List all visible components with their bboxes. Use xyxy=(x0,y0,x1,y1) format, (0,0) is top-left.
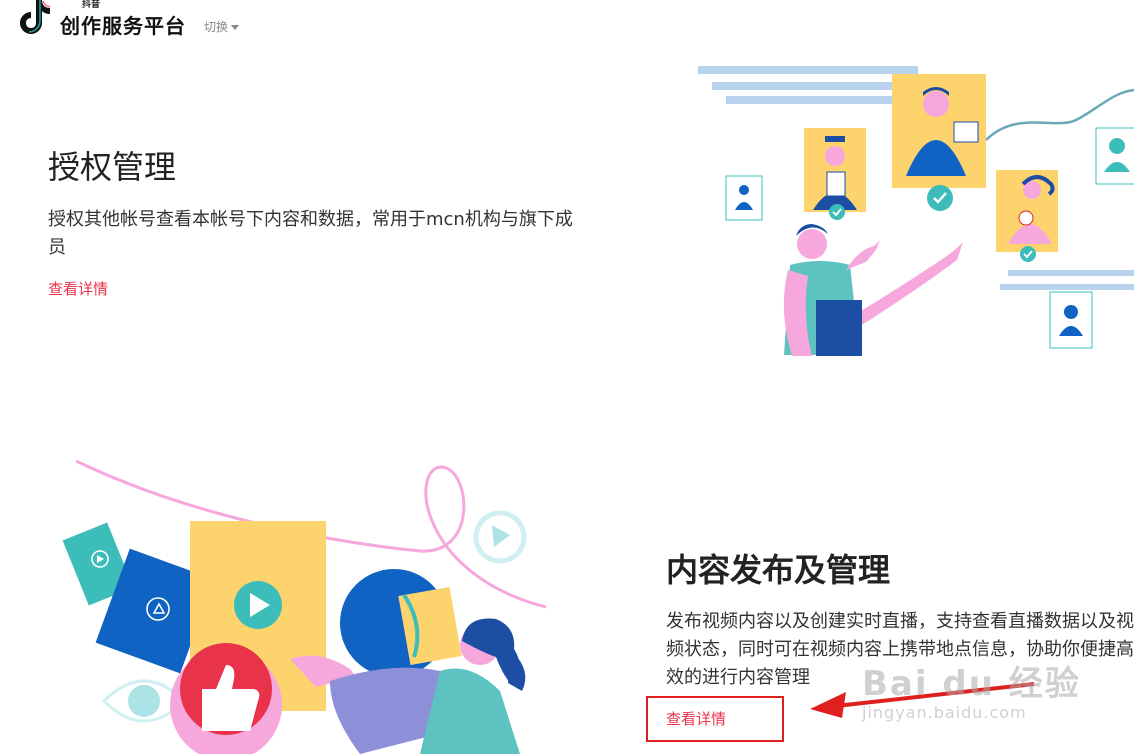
check-icon xyxy=(1020,246,1036,262)
decor-bar xyxy=(1008,270,1134,276)
person-icon xyxy=(725,175,763,221)
content-title: 内容发布及管理 xyxy=(666,551,891,589)
authorization-details-link[interactable]: 查看详情 xyxy=(48,278,108,299)
check-icon xyxy=(829,204,845,220)
watermark: Bai du 经验 jingyan.baidu.com xyxy=(862,656,1081,722)
person-icon xyxy=(1095,127,1134,185)
authorization-illustration xyxy=(698,66,1134,356)
decor-bar xyxy=(726,96,902,104)
switch-label: 切换 xyxy=(204,20,229,34)
content-illustration xyxy=(62,459,547,754)
content-details-link[interactable]: 查看详情 xyxy=(666,708,726,729)
brand-sublabel: 抖音 xyxy=(82,0,101,10)
person-icon xyxy=(1049,291,1093,349)
decor-bar xyxy=(698,66,918,74)
brand-title: 创作服务平台 xyxy=(60,14,186,38)
header: 抖音 创作服务平台 切换 xyxy=(20,0,320,40)
douyin-logo-icon[interactable] xyxy=(20,0,52,34)
presenter xyxy=(797,229,827,259)
authorization-title: 授权管理 xyxy=(48,148,177,186)
decor-bar xyxy=(712,82,904,90)
watermark-main: Bai du 经验 xyxy=(862,664,1081,704)
caret-down-icon xyxy=(231,25,240,30)
authorization-description: 授权其他帐号查看本帐号下内容和数据，常用于mcn机构与旗下成员 xyxy=(48,209,573,258)
switch-dropdown[interactable]: 切换 xyxy=(204,18,240,35)
watermark-url: jingyan.baidu.com xyxy=(862,703,1027,722)
decor-bar xyxy=(1000,284,1134,290)
